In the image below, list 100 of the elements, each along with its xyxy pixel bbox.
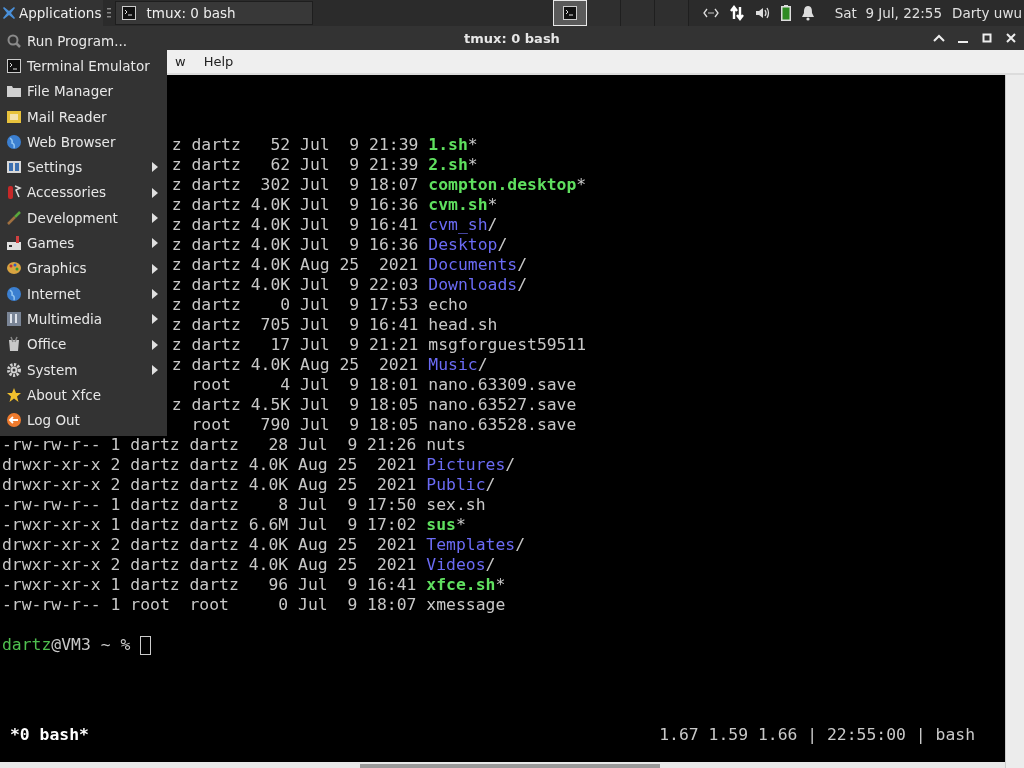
file-type-mark: / bbox=[497, 235, 508, 255]
file-details: -rw-rw-r-- 1 dartz dartz 28 Jul 9 21:26 bbox=[2, 435, 418, 455]
file-details: -rw-rw-r-- 1 root root 0 Jul 9 18:07 bbox=[2, 595, 418, 615]
menu-item[interactable]: Graphics bbox=[0, 255, 167, 281]
file-details: z dartz 17 Jul 9 21:21 bbox=[171, 335, 420, 355]
menubar-item[interactable]: w bbox=[172, 54, 189, 69]
file-name: nano.63309.save bbox=[428, 375, 577, 395]
file-type-mark: / bbox=[485, 475, 496, 495]
applications-button[interactable]: Applications bbox=[0, 0, 104, 26]
user-name[interactable]: Darty uwu bbox=[952, 5, 1022, 21]
battery-icon[interactable] bbox=[780, 5, 791, 21]
file-name: nano.63527.save bbox=[428, 395, 577, 415]
terminal-icon bbox=[562, 6, 577, 20]
file-name: 1.sh bbox=[428, 135, 468, 155]
file-type-mark: / bbox=[485, 555, 496, 575]
prompt-host: @VM3 ~ % bbox=[51, 635, 131, 655]
network-icon[interactable] bbox=[702, 8, 719, 18]
transfer-arrows-icon[interactable] bbox=[728, 5, 745, 21]
file-details: root 790 Jul 9 18:05 bbox=[190, 415, 420, 435]
file-details: z dartz 4.0K Jul 9 22:03 bbox=[171, 275, 420, 295]
file-details: z dartz 52 Jul 9 21:39 bbox=[171, 135, 420, 155]
volume-icon[interactable] bbox=[754, 6, 771, 20]
file-details: z dartz 4.0K Aug 25 2021 bbox=[171, 355, 420, 375]
file-details: z dartz 705 Jul 9 16:41 bbox=[171, 315, 420, 335]
logout-icon bbox=[6, 412, 22, 429]
workspace-button[interactable] bbox=[586, 0, 621, 26]
file-name: Templates bbox=[426, 535, 516, 555]
file-type-mark: / bbox=[517, 275, 527, 295]
file-details: drwxr-xr-x 2 dartz dartz 4.0K Aug 25 2021 bbox=[2, 475, 418, 495]
menu-item[interactable]: File Manager bbox=[0, 78, 167, 104]
file-type-mark: / bbox=[477, 355, 488, 375]
menu-item[interactable]: Accessories bbox=[0, 179, 167, 206]
file-details: z dartz 62 Jul 9 21:39 bbox=[171, 155, 420, 175]
menu-item[interactable]: Internet bbox=[0, 280, 167, 307]
prompt-user: dartz bbox=[2, 635, 52, 655]
development-icon bbox=[6, 209, 22, 226]
globe-icon bbox=[6, 133, 22, 150]
menu-item[interactable]: Mail Reader bbox=[0, 103, 167, 130]
xfce-logo-icon bbox=[2, 6, 16, 20]
menubar-item[interactable]: Help bbox=[200, 54, 237, 69]
menu-item[interactable]: Multimedia bbox=[0, 306, 167, 332]
terminal-icon bbox=[122, 6, 137, 20]
window-title: tmux: 0 bash bbox=[464, 30, 560, 46]
panel-handle-icon bbox=[107, 7, 112, 19]
file-details: -rwxr-xr-x 1 dartz dartz 6.6M Jul 9 17:02 bbox=[2, 515, 418, 535]
vertical-scrollbar[interactable] bbox=[1005, 75, 1024, 768]
clock[interactable]: Sat 9 Jul, 22:55 bbox=[834, 5, 943, 21]
file-type-mark: / bbox=[517, 255, 527, 275]
tmux-window-label: *0 bash* bbox=[10, 725, 89, 745]
menu-item[interactable]: Run Program... bbox=[0, 28, 167, 54]
menu-item[interactable]: Office bbox=[0, 331, 167, 357]
file-name: nuts bbox=[426, 435, 466, 455]
file-name: cvm.sh bbox=[428, 195, 488, 215]
mail-icon bbox=[6, 108, 22, 125]
menu-item[interactable]: Web Browser bbox=[0, 129, 167, 155]
menu-item[interactable]: Log Out bbox=[0, 407, 167, 433]
multimedia-icon bbox=[6, 310, 22, 327]
tmux-status-info: 1.67 1.59 1.66 | 22:55:00 | bash bbox=[659, 725, 975, 745]
file-details: z dartz 4.0K Jul 9 16:36 bbox=[171, 235, 420, 255]
file-details: drwxr-xr-x 2 dartz dartz 4.0K Aug 25 2021 bbox=[2, 535, 418, 555]
file-name: Desktop bbox=[428, 235, 498, 255]
file-name: cvm_sh bbox=[428, 215, 488, 235]
file-name: Videos bbox=[426, 555, 486, 575]
file-type-mark: * bbox=[487, 195, 498, 215]
file-details: -rw-rw-r-- 1 dartz dartz 8 Jul 9 17:50 bbox=[2, 495, 418, 515]
file-name: Public bbox=[426, 475, 486, 495]
file-details: z dartz 302 Jul 9 18:07 bbox=[171, 175, 420, 195]
file-type-mark: * bbox=[467, 155, 478, 175]
settings-icon bbox=[6, 159, 22, 176]
menu-item[interactable]: Terminal Emulator bbox=[0, 53, 167, 79]
file-type-mark: * bbox=[495, 575, 506, 595]
menu-item[interactable]: System bbox=[0, 356, 167, 383]
file-details: drwxr-xr-x 2 dartz dartz 4.0K Aug 25 2021 bbox=[2, 555, 418, 575]
file-type-mark: / bbox=[487, 215, 498, 235]
file-details: z dartz 4.0K Aug 25 2021 bbox=[171, 255, 420, 275]
file-name: msgforguest59511 bbox=[428, 335, 587, 355]
menu-item[interactable]: About Xfce bbox=[0, 382, 167, 408]
star-icon bbox=[6, 386, 22, 403]
file-name: echo bbox=[428, 295, 468, 315]
menu-item[interactable]: Games bbox=[0, 230, 167, 256]
bell-icon[interactable] bbox=[800, 5, 815, 21]
cursor bbox=[140, 635, 152, 655]
file-type-mark: / bbox=[515, 535, 525, 555]
file-name: compton.desktop bbox=[428, 175, 577, 195]
taskbar-button[interactable]: tmux: 0 bash bbox=[115, 1, 314, 25]
file-name: xmessage bbox=[426, 595, 506, 615]
file-type-mark: * bbox=[467, 135, 478, 155]
accessories-icon bbox=[6, 184, 22, 201]
file-details: z dartz 4.0K Jul 9 16:41 bbox=[171, 215, 420, 235]
folder-icon bbox=[6, 83, 22, 100]
file-name: xfce.sh bbox=[426, 575, 496, 595]
menu-item[interactable]: Settings bbox=[0, 154, 167, 180]
file-name: Documents bbox=[428, 255, 518, 275]
horizontal-scrollbar[interactable] bbox=[0, 762, 1005, 768]
file-name: 2.sh bbox=[428, 155, 468, 175]
close-button[interactable] bbox=[1004, 31, 1018, 45]
menu-item[interactable]: Development bbox=[0, 205, 167, 231]
maximize-button[interactable] bbox=[980, 31, 994, 45]
office-icon bbox=[6, 336, 22, 353]
terminal-icon bbox=[6, 57, 22, 74]
